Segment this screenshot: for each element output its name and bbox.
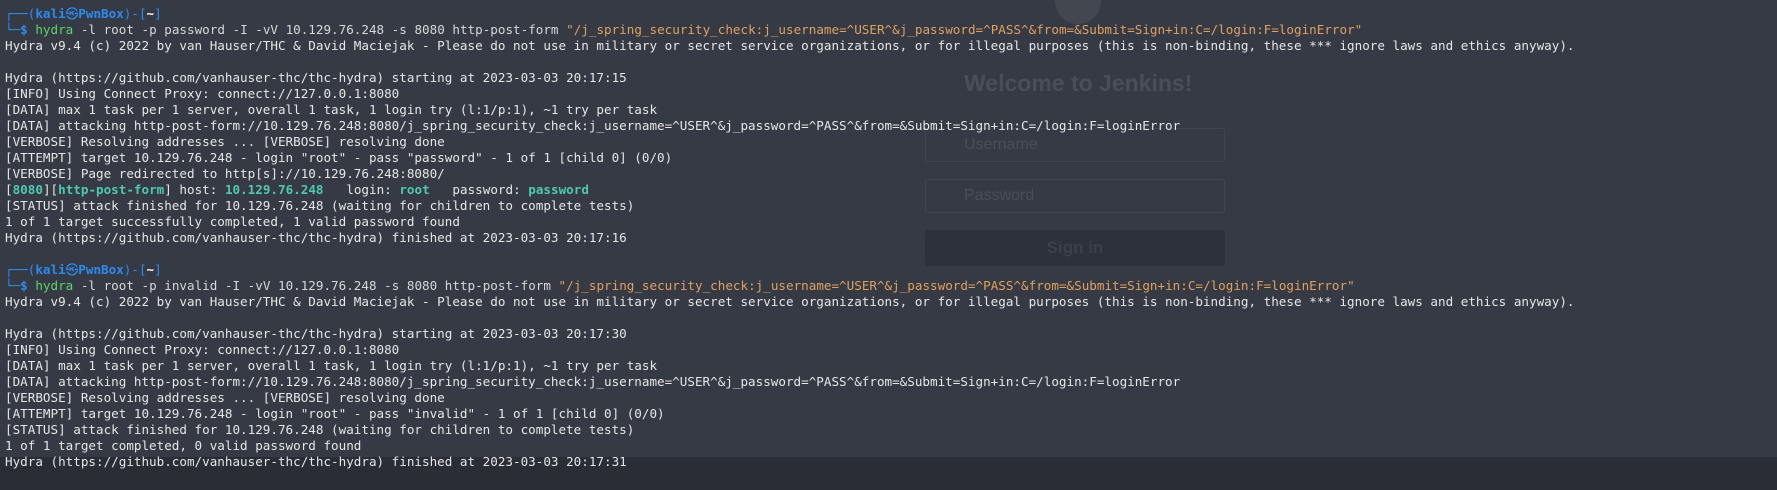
prompt-at-symbol: ㉿ [65,262,79,277]
prompt-frame-mid: )-[ [123,6,147,21]
prompt-user: kali [35,6,66,21]
terminal-output-line: 1 of 1 target completed, 0 valid passwor… [5,438,362,453]
prompt-path: ~ [146,262,155,277]
bracket-open: [ [5,182,13,197]
command-string-arg: "/j_spring_security_check:j_username=^US… [558,278,1355,293]
terminal-output-line: Hydra (https://github.com/vanhauser-thc/… [5,70,627,85]
prompt-user: kali [35,262,66,277]
session1-output: Hydra v9.4 (c) 2022 by van Hauser/THC & … [5,38,1770,182]
terminal-window[interactable]: ┌──(kali㉿PwnBox)-[~] └─$ hydra -l root -… [5,6,1770,470]
terminal-output-line: [INFO] Using Connect Proxy: connect://12… [5,86,400,101]
prompt-frame-end: ] [154,6,162,21]
terminal-output-line: Hydra (https://github.com/vanhauser-thc/… [5,326,627,341]
found-port: 8080 [12,182,43,197]
prompt-line-top-2: ┌──(kali㉿PwnBox)-[~] [5,262,1770,278]
terminal-output-line: [STATUS] attack finished for 10.129.76.2… [5,422,635,437]
terminal-output-line: [DATA] max 1 task per 1 server, overall … [5,358,658,373]
command-name: hydra [35,22,74,37]
found-password: password [528,182,589,197]
terminal-output-line: [ATTEMPT] target 10.129.76.248 - login "… [5,150,673,165]
session2-output: Hydra v9.4 (c) 2022 by van Hauser/THC & … [5,294,1770,470]
prompt-path: ~ [146,6,155,21]
prompt-frame-bottom: └─ [5,278,21,293]
terminal-output-line: [STATUS] attack finished for 10.129.76.2… [5,198,635,213]
bracket-mid: ][ [42,182,59,197]
prompt-frame-mid: )-[ [123,262,147,277]
prompt-host: PwnBox [78,262,124,277]
command-name: hydra [35,278,74,293]
session1-output-tail: [STATUS] attack finished for 10.129.76.2… [5,198,1770,262]
login-label: login: [323,182,400,197]
command-line-2: └─$ hydra -l root -p invalid -I -vV 10.1… [5,278,1770,294]
command-line: └─$ hydra -l root -p password -I -vV 10.… [5,22,1770,38]
prompt-line-top: ┌──(kali㉿PwnBox)-[~] [5,6,1770,22]
terminal-output-line: Hydra (https://github.com/vanhauser-thc/… [5,230,627,245]
found-service: http-post-form [58,182,165,197]
terminal-output-line: [INFO] Using Connect Proxy: connect://12… [5,342,400,357]
prompt-frame-bottom: └─ [5,22,21,37]
command-args: -l root -p invalid -I -vV 10.129.76.248 … [73,278,559,293]
terminal-output-line: [DATA] attacking http-post-form://10.129… [5,118,1181,133]
terminal-output-line: 1 of 1 target successfully completed, 1 … [5,214,460,229]
terminal-output-line: [VERBOSE] Resolving addresses ... [VERBO… [5,134,445,149]
found-login: root [399,182,430,197]
command-args: -l root -p password -I -vV 10.129.76.248… [73,22,567,37]
terminal-output-line: Hydra v9.4 (c) 2022 by van Hauser/THC & … [5,294,1575,309]
terminal-output-line: Hydra v9.4 (c) 2022 by van Hauser/THC & … [5,38,1575,53]
terminal-output-line: [VERBOSE] Page redirected to http[s]://1… [5,166,445,181]
command-string-arg: "/j_spring_security_check:j_username=^US… [566,22,1363,37]
prompt-frame-end: ] [154,262,162,277]
terminal-output-line: [VERBOSE] Resolving addresses ... [VERBO… [5,390,445,405]
terminal-output-line: Hydra (https://github.com/vanhauser-thc/… [5,454,627,469]
terminal-output-line: [DATA] max 1 task per 1 server, overall … [5,102,658,117]
found-host: 10.129.76.248 [224,182,324,197]
terminal-output-line: [DATA] attacking http-post-form://10.129… [5,374,1181,389]
desktop-screen: Welcome to Jenkins! Username Password Si… [0,0,1777,490]
password-label: password: [429,182,529,197]
found-credentials-line: [8080][http-post-form] host: 10.129.76.2… [5,182,1770,198]
prompt-frame: ┌──( [5,262,36,277]
prompt-at-symbol: ㉿ [65,6,79,21]
terminal-output-line: [ATTEMPT] target 10.129.76.248 - login "… [5,406,665,421]
prompt-dollar: $ [20,278,36,293]
prompt-frame: ┌──( [5,6,36,21]
host-label: ] host: [164,182,225,197]
prompt-host: PwnBox [78,6,124,21]
prompt-dollar: $ [20,22,36,37]
